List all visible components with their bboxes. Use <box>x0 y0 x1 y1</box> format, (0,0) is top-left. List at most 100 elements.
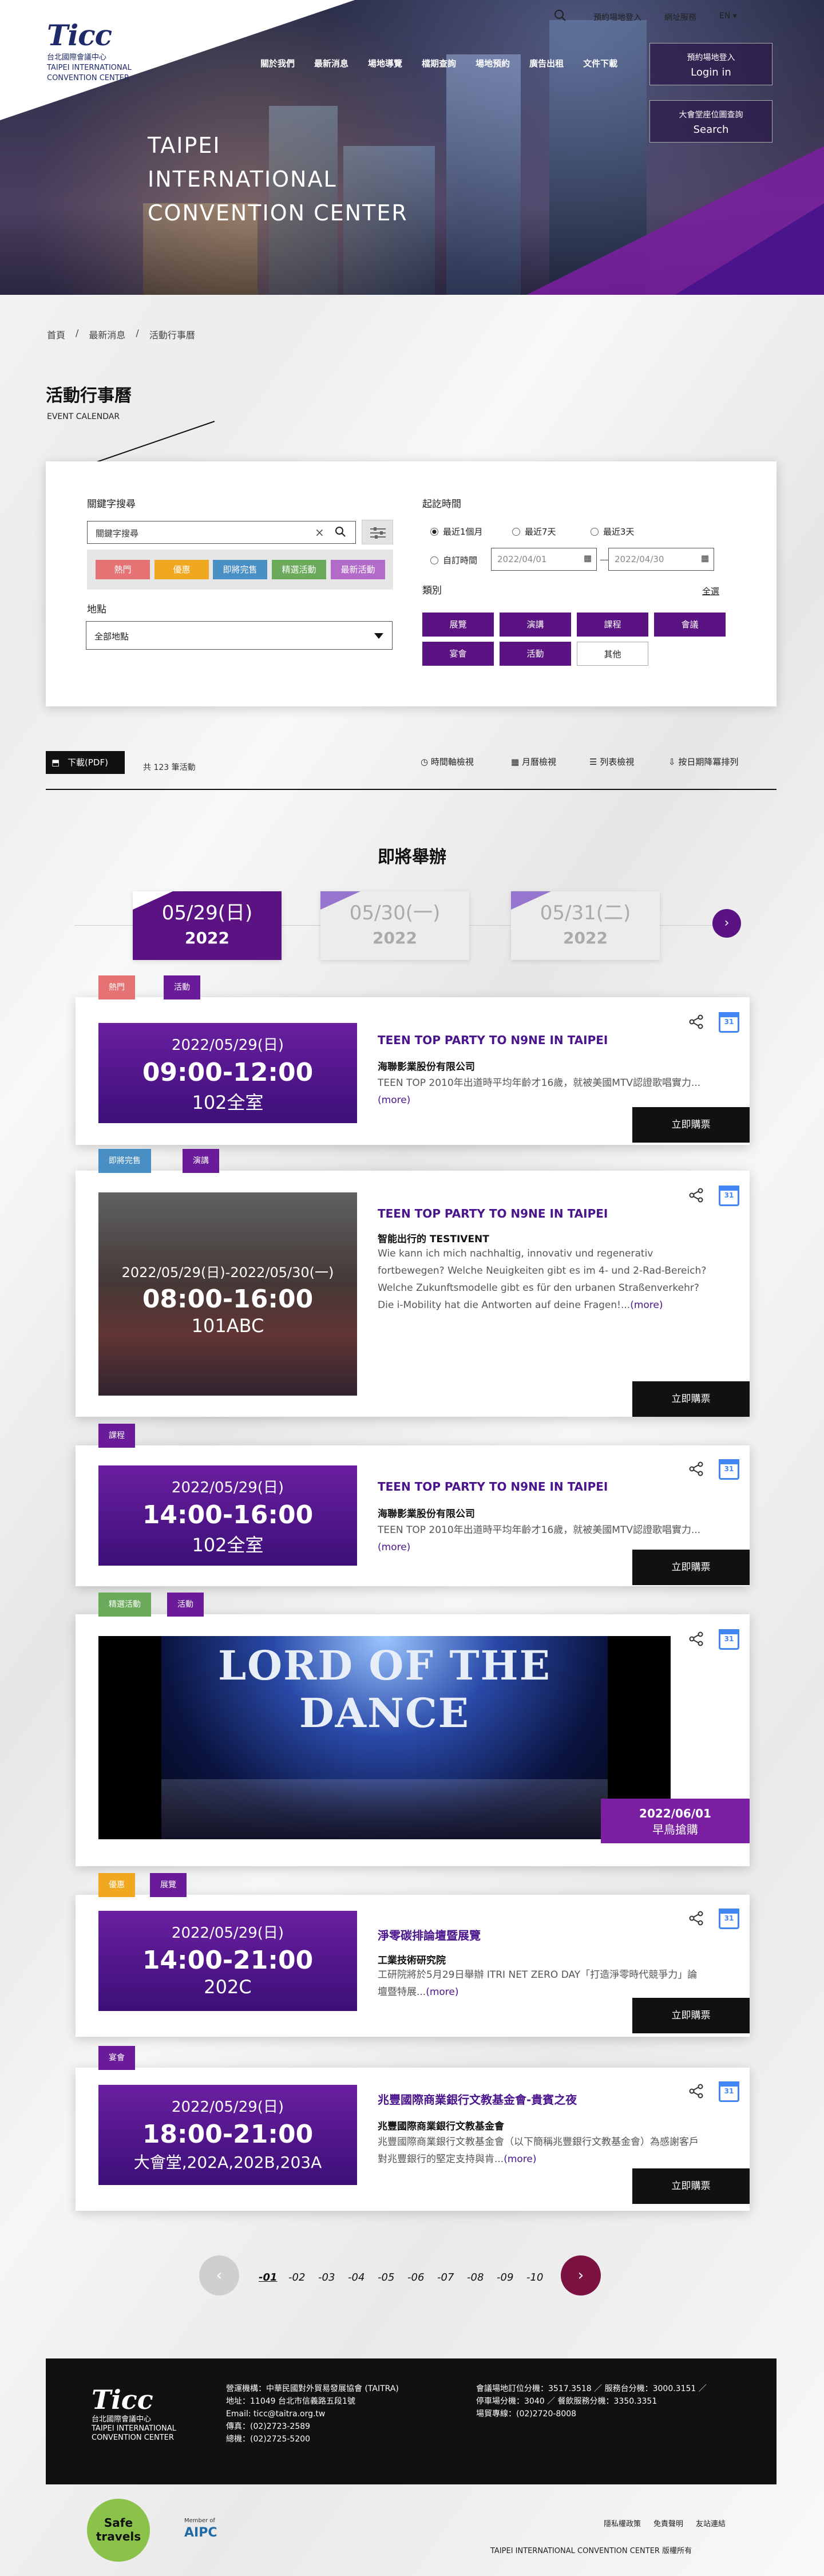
date-from-input[interactable]: 2022/04/01 ▦ <box>491 548 597 571</box>
tag-featured[interactable]: 精選活動 <box>272 560 326 579</box>
clear-icon[interactable]: × <box>315 526 324 539</box>
more-link[interactable]: (more) <box>378 1095 410 1106</box>
page-link[interactable]: -06 <box>407 2271 424 2283</box>
event-card[interactable]: 課程 2022/05/29(日) 14:00-16:00 102全室 TEEN … <box>76 1424 750 1586</box>
event-card[interactable]: 優惠 展覽 2022/05/29(日) 14:00-21:00 202C 淨零碳… <box>76 1873 750 2037</box>
date-tab[interactable]: 05/30(一) 2022 <box>320 891 469 960</box>
tag-discount[interactable]: 優惠 <box>154 560 209 579</box>
buy-ticket-button[interactable]: 立即購票 <box>632 1998 750 2033</box>
category-other[interactable]: 其他 <box>577 642 648 666</box>
filter-settings-button[interactable] <box>362 520 393 544</box>
google-calendar-icon[interactable]: 31 <box>719 1909 739 1929</box>
share-icon[interactable] <box>689 1014 704 1029</box>
category-banquet[interactable]: 宴會 <box>422 642 494 666</box>
view-month[interactable]: ▦ 月曆檢視 <box>511 756 556 768</box>
page-link[interactable]: -04 <box>348 2271 365 2283</box>
page-link[interactable]: -10 <box>526 2271 543 2283</box>
google-calendar-icon[interactable]: 31 <box>719 1012 739 1033</box>
aipc-logo[interactable]: AIPC <box>184 2526 236 2549</box>
page-link[interactable]: -05 <box>378 2271 394 2283</box>
select-all-link[interactable]: 全選 <box>702 585 719 597</box>
seat-search-button[interactable]: 大會堂座位圖查詢 Search <box>649 100 772 143</box>
view-list[interactable]: ☰ 列表檢視 <box>589 756 634 768</box>
download-pdf-button[interactable]: ⬒ 下載(PDF) <box>46 751 125 774</box>
category-exhibition[interactable]: 展覽 <box>422 613 494 637</box>
page-link[interactable]: -07 <box>437 2271 454 2283</box>
more-link[interactable]: (more) <box>504 2154 536 2165</box>
category-meeting[interactable]: 會議 <box>654 613 726 637</box>
share-icon[interactable] <box>689 1911 704 1926</box>
event-title[interactable]: 兆豐國際商業銀行文教基金會-貴賓之夜 <box>378 2091 577 2107</box>
search-icon[interactable] <box>554 9 566 22</box>
radio-last-7-days[interactable]: 最近7天 <box>512 526 556 538</box>
nav-item-schedule[interactable]: 檔期查詢 <box>422 57 456 69</box>
date-tab[interactable]: 05/31(二) 2022 <box>511 891 660 960</box>
buy-ticket-button[interactable]: 立即購票 <box>632 1550 750 1585</box>
breadcrumb-home[interactable]: 首頁 <box>47 327 65 341</box>
event-card-featured[interactable]: 精選活動 活動 LORD OF THE DANCE 2022/06/01 早鳥搶… <box>76 1593 750 1866</box>
tag-hot[interactable]: 熱門 <box>96 560 150 579</box>
more-link[interactable]: (more) <box>426 1986 458 1998</box>
login-button[interactable]: 預約場地登入 Login in <box>649 43 772 85</box>
nav-item-news[interactable]: 最新消息 <box>314 57 348 69</box>
event-card[interactable]: 即將完售 演講 2022/05/29(日)-2022/05/30(一) 08:0… <box>76 1149 750 1417</box>
sort-by-date[interactable]: ⇩ 按日期降冪排列 <box>668 756 738 768</box>
buy-ticket-button[interactable]: 立即購票 <box>632 1381 750 1417</box>
top-link-booking[interactable]: 預約場地登入 <box>593 11 641 23</box>
event-card[interactable]: 熱門 活動 2022/05/29(日) 09:00-12:00 102全室 TE… <box>76 975 750 1145</box>
event-card[interactable]: 宴會 2022/05/29(日) 18:00-21:00 大會堂,202A,20… <box>76 2046 750 2211</box>
location-select[interactable]: 全部地點 <box>86 621 393 650</box>
google-calendar-icon[interactable]: 31 <box>719 2081 739 2102</box>
share-icon[interactable] <box>689 1631 704 1646</box>
category-event[interactable]: 活動 <box>500 642 571 666</box>
page-link[interactable]: -02 <box>288 2271 305 2283</box>
date-tab-active[interactable]: 05/29(日) 2022 <box>133 891 282 960</box>
page-link[interactable]: -09 <box>497 2271 513 2283</box>
search-icon[interactable] <box>335 526 346 540</box>
event-banner-image[interactable]: LORD OF THE DANCE <box>98 1636 671 1839</box>
next-page-button[interactable]: › <box>561 2255 601 2296</box>
category-lecture[interactable]: 演講 <box>500 613 571 637</box>
date-to-input[interactable]: 2022/04/30 ▦ <box>608 548 714 571</box>
breadcrumb-news[interactable]: 最新消息 <box>89 327 125 341</box>
next-date-button[interactable]: › <box>712 909 741 938</box>
disclaimer-link[interactable]: 免責聲明 <box>653 2518 683 2528</box>
site-logo[interactable]: Ticc 台北國際會議中心 TAIPEI INTERNATIONAL CONVE… <box>47 18 132 83</box>
partner-links[interactable]: 友站連結 <box>696 2518 726 2528</box>
buy-ticket-button[interactable]: 立即購票 <box>632 1107 750 1143</box>
nav-item-booking[interactable]: 場地預約 <box>476 57 510 69</box>
event-title[interactable]: 淨零碳排論壇暨展覽 <box>378 1926 481 1943</box>
category-course[interactable]: 課程 <box>577 613 648 637</box>
event-title[interactable]: TEEN TOP PARTY TO N9NE IN TAIPEI <box>378 1207 608 1220</box>
prev-page-button[interactable]: ‹ <box>199 2255 239 2296</box>
radio-custom[interactable]: 自訂時間 <box>430 554 477 566</box>
radio-last-month[interactable]: 最近1個月 <box>430 526 483 538</box>
google-calendar-icon[interactable]: 31 <box>719 1186 739 1206</box>
google-calendar-icon[interactable]: 31 <box>719 1459 739 1480</box>
event-title[interactable]: TEEN TOP PARTY TO N9NE IN TAIPEI <box>378 1480 608 1494</box>
language-switch[interactable]: EN ▾ <box>719 11 737 23</box>
nav-item-downloads[interactable]: 文件下載 <box>583 57 617 69</box>
share-icon[interactable] <box>689 1461 704 1476</box>
early-bird-badge[interactable]: 2022/06/01 早鳥搶購 <box>601 1799 750 1843</box>
page-link[interactable]: -03 <box>318 2271 335 2283</box>
event-title[interactable]: TEEN TOP PARTY TO N9NE IN TAIPEI <box>378 1033 608 1047</box>
radio-last-3-days[interactable]: 最近3天 <box>591 526 635 538</box>
top-link-services[interactable]: 網址服務 <box>664 11 696 23</box>
privacy-link[interactable]: 隱私權政策 <box>604 2518 641 2528</box>
share-icon[interactable] <box>689 2084 704 2099</box>
more-link[interactable]: (more) <box>630 1299 663 1311</box>
tag-latest[interactable]: 最新活動 <box>331 560 385 579</box>
view-timeline[interactable]: ◷ 時間軸檢視 <box>421 756 474 768</box>
nav-item-about[interactable]: 關於我們 <box>260 57 295 69</box>
footer-email[interactable]: Email: ticc@taitra.org.tw <box>226 2408 399 2420</box>
tag-selling-out[interactable]: 即將完售 <box>213 560 267 579</box>
nav-item-advertising[interactable]: 廣告出租 <box>529 57 564 69</box>
buy-ticket-button[interactable]: 立即購票 <box>632 2168 750 2204</box>
nav-item-venue-guide[interactable]: 場地導覽 <box>368 57 402 69</box>
footer-logo[interactable]: Ticc 台北國際會議中心 TAIPEI INTERNATIONAL CONVE… <box>92 2384 176 2443</box>
page-link[interactable]: -01 <box>259 2271 278 2283</box>
share-icon[interactable] <box>689 1188 704 1203</box>
google-calendar-icon[interactable]: 31 <box>719 1629 739 1650</box>
more-link[interactable]: (more) <box>378 1542 410 1553</box>
